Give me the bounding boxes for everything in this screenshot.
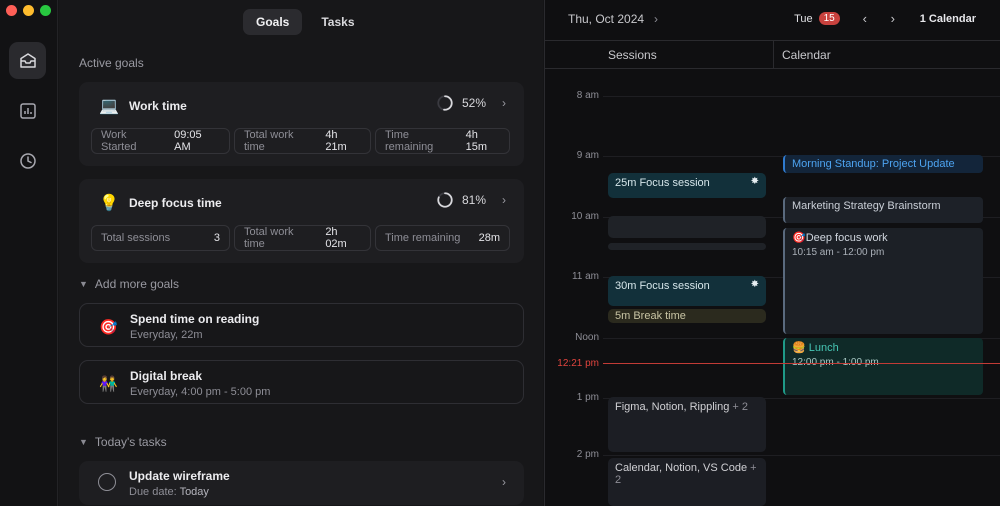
todays-tasks-toggle[interactable]: ▼ Today's tasks <box>79 435 167 449</box>
sidebar-item-home[interactable] <box>9 42 46 79</box>
hour-label: 1 pm <box>576 392 599 403</box>
suggested-goal-digital-break[interactable]: 👫 Digital break Everyday, 4:00 pm - 5:00… <box>79 360 524 404</box>
active-goals-heading: Active goals <box>79 56 144 70</box>
session-focus-30m[interactable]: 30m Focus session ✸ <box>608 276 766 306</box>
inbox-icon <box>19 52 36 68</box>
add-more-goals-label: Add more goals <box>94 277 179 291</box>
task-due: Due date: Today <box>129 486 209 498</box>
session-break-5m[interactable]: 5m Break time <box>608 309 766 323</box>
suggested-goal-title: Spend time on reading <box>130 312 260 326</box>
todays-tasks-label: Today's tasks <box>94 435 167 449</box>
progress-ring-icon <box>437 95 453 111</box>
task-title: Update wireframe <box>129 469 230 483</box>
tab-tasks[interactable]: Tasks <box>308 9 367 35</box>
lightbulb-icon: 💡 <box>99 195 119 212</box>
hour-label: 8 am <box>576 90 599 101</box>
goal-percent: 81% <box>461 193 486 207</box>
task-checkbox[interactable] <box>98 473 116 491</box>
stat-time-remaining: Time remaining 4h 15m <box>375 128 510 154</box>
session-focus-25m[interactable]: 25m Focus session ✸ <box>608 173 766 198</box>
suggested-goal-subtitle: Everyday, 22m <box>130 329 203 341</box>
event-deep-focus-work[interactable]: 🎯Deep focus work 10:15 am - 12:00 pm <box>783 228 983 334</box>
current-date: Thu, Oct 2024 <box>568 12 645 26</box>
stat-total-sessions: Total sessions 3 <box>91 225 230 251</box>
task-update-wireframe[interactable]: Update wireframe Due date: Today › <box>79 461 524 505</box>
stat-total-work-time: Total work time 2h 02m <box>234 225 371 251</box>
today-badge: 15 <box>818 12 840 25</box>
hour-label: 9 am <box>576 150 599 161</box>
people-icon: 👫 <box>99 376 118 393</box>
current-time-line <box>603 363 1000 364</box>
goal-card-deep-focus[interactable]: 💡 Deep focus time 81% › Total sessions 3 … <box>79 179 524 263</box>
chevron-down-icon: ▼ <box>79 437 88 447</box>
chevron-down-icon: ▼ <box>79 279 88 289</box>
event-marketing-brainstorm[interactable]: Marketing Strategy Brainstorm <box>783 197 983 223</box>
zoom-window-button[interactable] <box>40 5 51 16</box>
minimize-window-button[interactable] <box>23 5 34 16</box>
stat-work-started: Work Started 09:05 AM <box>91 128 230 154</box>
chevron-left-icon[interactable]: ‹ <box>854 11 876 26</box>
sidebar-item-history[interactable] <box>9 142 46 179</box>
calendar-column-header: Calendar <box>774 41 1000 69</box>
suggested-goal-title: Digital break <box>130 369 203 383</box>
window-controls <box>6 5 51 16</box>
event-lunch[interactable]: 🍔 Lunch 12:00 pm - 1:00 pm <box>783 338 983 395</box>
session-block[interactable] <box>608 243 766 250</box>
goal-title: Work time <box>129 99 187 113</box>
hour-label: 11 am <box>571 271 599 282</box>
view-switcher: Goals Tasks <box>243 9 368 35</box>
tab-goals[interactable]: Goals <box>243 9 303 35</box>
progress-ring-icon <box>437 192 453 208</box>
calendar-header: Thu, Oct 2024 › Tue 15 ‹ › 1 Calendar <box>545 0 1000 41</box>
session-apps-block[interactable]: Figma, Notion, Rippling + 2 <box>608 397 766 452</box>
hour-label: 10 am <box>571 211 599 222</box>
session-block[interactable] <box>608 216 766 238</box>
chevron-right-icon[interactable]: › <box>502 193 506 207</box>
close-window-button[interactable] <box>6 5 17 16</box>
date-picker[interactable]: Thu, Oct 2024 › <box>568 12 658 26</box>
calendar-selector[interactable]: 1 Calendar <box>920 13 976 25</box>
calendar-panel: Thu, Oct 2024 › Tue 15 ‹ › 1 Calendar Se… <box>544 0 1000 506</box>
suggested-goal-subtitle: Everyday, 4:00 pm - 5:00 pm <box>130 386 271 398</box>
sidebar <box>0 0 58 506</box>
chevron-right-icon[interactable]: › <box>502 475 506 489</box>
goal-title: Deep focus time <box>129 196 222 210</box>
chevron-right-icon: › <box>654 12 659 26</box>
sparkle-icon: ✸ <box>750 279 759 290</box>
today-day[interactable]: Tue <box>794 13 813 25</box>
goal-percent: 52% <box>461 96 486 110</box>
chart-icon <box>19 102 36 119</box>
sessions-column-header: Sessions <box>545 41 774 69</box>
hour-label: Noon <box>575 332 599 343</box>
chevron-right-icon[interactable]: › <box>882 11 904 26</box>
goal-card-work-time[interactable]: 💻 Work time 52% › Work Started 09:05 AM T… <box>79 82 524 166</box>
sidebar-item-stats[interactable] <box>9 92 46 129</box>
clock-icon <box>19 152 36 169</box>
session-apps-block[interactable]: Calendar, Notion, VS Code + 2 <box>608 458 766 506</box>
current-time-label: 12:21 pm <box>557 358 599 369</box>
chevron-right-icon[interactable]: › <box>502 96 506 110</box>
hour-label: 2 pm <box>576 449 599 460</box>
sparkle-icon: ✸ <box>750 176 759 187</box>
stat-time-remaining: Time remaining 28m <box>375 225 510 251</box>
goals-panel: Goals Tasks Active goals 💻 Work time 52%… <box>59 0 543 506</box>
laptop-icon: 💻 <box>99 98 119 115</box>
add-more-goals-toggle[interactable]: ▼ Add more goals <box>79 277 179 291</box>
suggested-goal-reading[interactable]: 🎯 Spend time on reading Everyday, 22m <box>79 303 524 347</box>
target-icon: 🎯 <box>99 319 118 336</box>
event-morning-standup[interactable]: Morning Standup: Project Update <box>783 155 983 173</box>
stat-total-work-time: Total work time 4h 21m <box>234 128 371 154</box>
